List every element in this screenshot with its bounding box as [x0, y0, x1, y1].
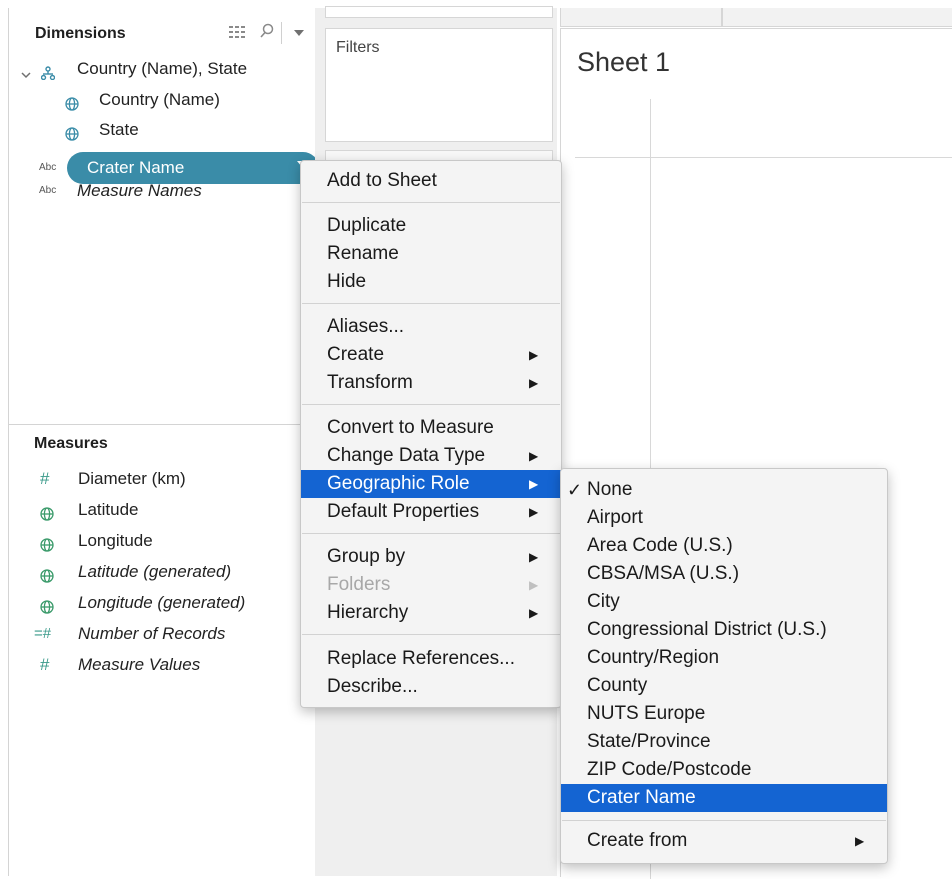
- globe-icon: [65, 123, 79, 149]
- pane-divider[interactable]: [8, 424, 314, 425]
- dimensions-title: Dimensions: [35, 25, 126, 42]
- measure-item-latitude-generated[interactable]: Latitude (generated): [8, 559, 308, 585]
- geo-item-county[interactable]: County: [561, 672, 887, 700]
- dimension-item-hierarchy[interactable]: Country (Name), State: [9, 56, 309, 82]
- submenu-arrow-icon: ▶: [529, 477, 539, 491]
- geographic-role-submenu: ✓ None Airport Area Code (U.S.) CBSA/MSA…: [560, 468, 888, 864]
- measure-item-latitude[interactable]: Latitude: [8, 497, 308, 523]
- geo-item-congressional-district[interactable]: Congressional District (U.S.): [561, 616, 887, 644]
- menu-item-hierarchy[interactable]: Hierarchy ▶: [301, 599, 561, 627]
- globe-icon: [40, 503, 54, 529]
- measure-label: Longitude (generated): [78, 593, 246, 612]
- menu-separator: [302, 533, 560, 534]
- sheet-header-divider: [575, 157, 952, 158]
- measure-label: Number of Records: [78, 624, 226, 643]
- measure-label: Latitude (generated): [78, 562, 232, 581]
- search-icon[interactable]: [259, 23, 275, 42]
- dimension-item-country[interactable]: Country (Name): [9, 87, 309, 113]
- measure-label: Longitude: [78, 531, 153, 550]
- pane-menu-chevron-icon[interactable]: [293, 25, 305, 41]
- number-icon: #: [40, 469, 50, 488]
- geo-item-cbsa-msa[interactable]: CBSA/MSA (U.S.): [561, 560, 887, 588]
- menu-item-describe[interactable]: Describe...: [301, 673, 561, 701]
- menu-item-aliases[interactable]: Aliases...: [301, 313, 561, 341]
- submenu-arrow-icon: ▶: [529, 376, 539, 390]
- menu-item-replace-references[interactable]: Replace References...: [301, 645, 561, 673]
- crater-name-label: Crater Name: [87, 158, 185, 177]
- columns-shelf-strip[interactable]: [560, 8, 722, 27]
- filters-title: Filters: [336, 39, 380, 56]
- menu-item-add-to-sheet[interactable]: Add to Sheet: [301, 167, 561, 195]
- submenu-arrow-icon: ▶: [529, 578, 539, 592]
- abc-icon: Abc: [39, 185, 57, 196]
- measure-item-longitude-generated[interactable]: Longitude (generated): [8, 590, 308, 616]
- submenu-arrow-icon: ▶: [529, 550, 539, 564]
- menu-item-convert-to-measure[interactable]: Convert to Measure: [301, 414, 561, 442]
- menu-item-change-data-type[interactable]: Change Data Type ▶: [301, 442, 561, 470]
- menu-item-rename[interactable]: Rename: [301, 240, 561, 268]
- globe-icon: [40, 596, 54, 622]
- dimension-label: Country (Name): [99, 90, 220, 109]
- submenu-arrow-icon: ▶: [529, 606, 539, 620]
- measure-item-number-of-records[interactable]: =# Number of Records: [8, 621, 308, 647]
- menu-item-geographic-role[interactable]: Geographic Role ▶: [301, 470, 561, 498]
- measure-item-longitude[interactable]: Longitude: [8, 528, 308, 554]
- checkmark-icon: ✓: [567, 480, 583, 500]
- globe-icon: [65, 93, 79, 119]
- dimension-label: Measure Names: [77, 181, 202, 200]
- menu-item-create[interactable]: Create ▶: [301, 341, 561, 369]
- dimension-item-measure-names[interactable]: Abc Measure Names: [9, 178, 309, 204]
- geo-item-country-region[interactable]: Country/Region: [561, 644, 887, 672]
- rows-shelf-strip[interactable]: [722, 8, 952, 27]
- menu-separator: [302, 202, 560, 203]
- toolbar-divider: [281, 22, 282, 44]
- measure-item-measure-values[interactable]: # Measure Values: [8, 652, 308, 678]
- filters-shelf[interactable]: Filters: [325, 28, 553, 142]
- measure-label: Measure Values: [78, 655, 201, 674]
- geo-item-zip-postcode[interactable]: ZIP Code/Postcode: [561, 756, 887, 784]
- menu-item-duplicate[interactable]: Duplicate: [301, 212, 561, 240]
- hierarchy-icon: [40, 62, 56, 88]
- measures-title: Measures: [34, 435, 108, 452]
- menu-separator: [302, 634, 560, 635]
- measure-item-diameter[interactable]: # Diameter (km): [8, 466, 308, 492]
- dimension-label: State: [99, 120, 139, 139]
- grid-view-icon[interactable]: [229, 25, 245, 42]
- measure-label: Diameter (km): [78, 469, 186, 488]
- menu-separator: [562, 820, 886, 821]
- geo-item-area-code[interactable]: Area Code (U.S.): [561, 532, 887, 560]
- context-menu: Add to Sheet Duplicate Rename Hide Alias…: [300, 160, 562, 708]
- expand-chevron-icon[interactable]: [21, 62, 31, 88]
- menu-item-transform[interactable]: Transform ▶: [301, 369, 561, 397]
- globe-icon: [40, 565, 54, 591]
- dimension-item-state[interactable]: State: [9, 117, 309, 143]
- submenu-arrow-icon: ▶: [529, 348, 539, 362]
- menu-item-default-properties[interactable]: Default Properties ▶: [301, 498, 561, 526]
- geo-item-none[interactable]: ✓ None: [561, 476, 887, 504]
- submenu-arrow-icon: ▶: [855, 834, 865, 848]
- geo-item-state-province[interactable]: State/Province: [561, 728, 887, 756]
- number-icon: #: [40, 655, 50, 674]
- menu-item-folders: Folders ▶: [301, 571, 561, 599]
- menu-separator: [302, 404, 560, 405]
- geo-item-crater-name[interactable]: Crater Name: [561, 784, 887, 812]
- menu-item-hide[interactable]: Hide: [301, 268, 561, 296]
- submenu-arrow-icon: ▶: [529, 505, 539, 519]
- geo-item-create-from[interactable]: Create from ▶: [561, 827, 887, 855]
- dimension-label: Country (Name), State: [77, 59, 248, 78]
- globe-icon: [40, 534, 54, 560]
- menu-separator: [302, 303, 560, 304]
- number-icon: =#: [34, 625, 52, 642]
- geo-item-nuts-europe[interactable]: NUTS Europe: [561, 700, 887, 728]
- pages-shelf[interactable]: [325, 6, 553, 18]
- measure-label: Latitude: [78, 500, 139, 519]
- submenu-arrow-icon: ▶: [529, 449, 539, 463]
- menu-item-group-by[interactable]: Group by ▶: [301, 543, 561, 571]
- sheet-title[interactable]: Sheet 1: [577, 47, 670, 78]
- geo-item-city[interactable]: City: [561, 588, 887, 616]
- geo-item-airport[interactable]: Airport: [561, 504, 887, 532]
